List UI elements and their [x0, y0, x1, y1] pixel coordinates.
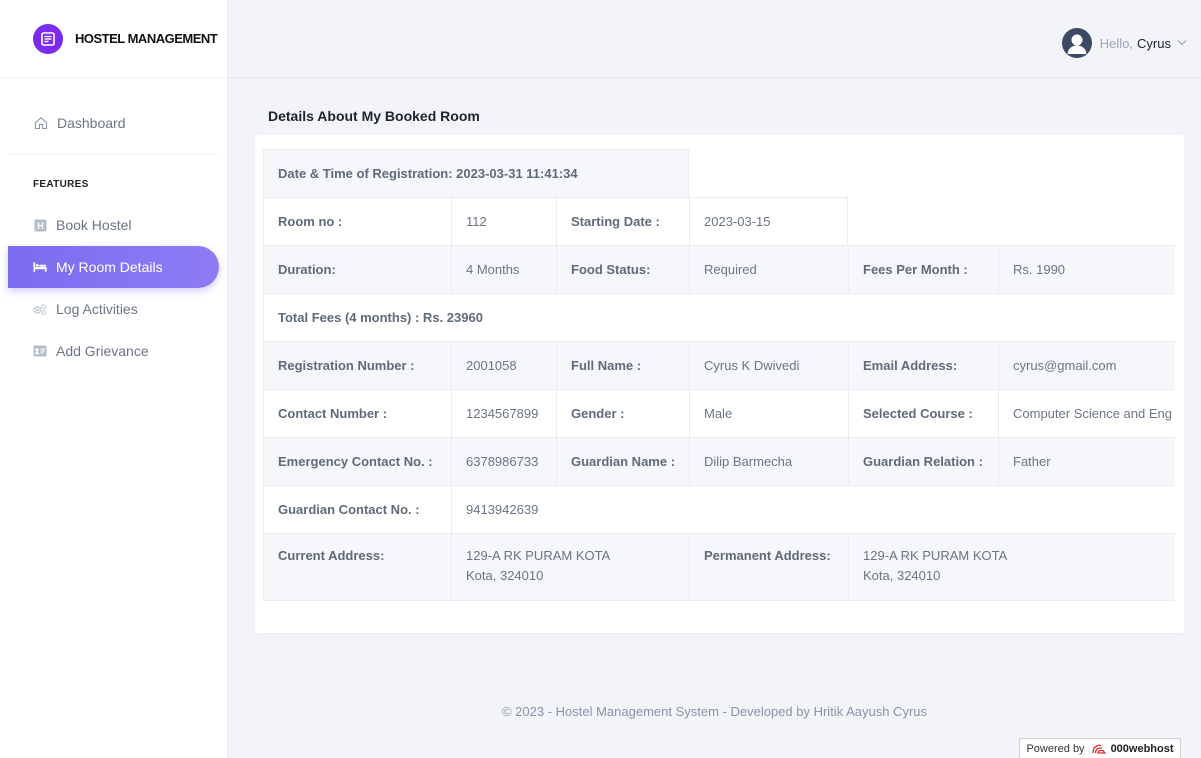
table-cell: Guardian Contact No. :: [263, 486, 451, 533]
table-cell: Computer Science and Eng: [998, 390, 1175, 437]
table-row: Date & Time of Registration: 2023-03-31 …: [263, 149, 689, 197]
grievance-icon: [33, 344, 47, 358]
user-menu[interactable]: Hello, Cyrus: [1061, 28, 1187, 58]
bed-icon: [33, 260, 47, 274]
table-row: Duration: 4 Months Food Status: Required…: [263, 245, 1175, 293]
powered-by-text: Powered by: [1026, 743, 1085, 755]
table-cell: Fees Per Month :: [848, 246, 998, 293]
table-row: Guardian Contact No. : 9413942639: [263, 485, 1175, 533]
table-cell: Gender :: [556, 390, 689, 437]
registration-datetime: Date & Time of Registration: 2023-03-31 …: [263, 150, 689, 197]
table-cell: Male: [689, 390, 848, 437]
table-cell: Duration:: [263, 246, 451, 293]
permanent-address: 129-A RK PURAM KOTA Kota, 324010: [848, 534, 1175, 600]
chevron-down-icon[interactable]: [1177, 38, 1187, 49]
gears-icon: [33, 302, 47, 316]
sidebar-item-log-activities[interactable]: Log Activities: [0, 288, 227, 330]
host-name: 000webhost: [1110, 743, 1174, 755]
sidebar-item-label: Log Activities: [56, 301, 138, 317]
total-fees: Total Fees (4 months) : Rs. 23960: [263, 294, 1175, 341]
table-cell: 9413942639: [451, 486, 1175, 533]
avatar[interactable]: [1061, 28, 1092, 58]
table-cell: Cyrus K Dwivedi: [689, 342, 848, 389]
sidebar-item-label: My Room Details: [56, 259, 163, 275]
table-cell: Emergency Contact No. :: [263, 438, 451, 485]
table-cell: Email Address:: [848, 342, 998, 389]
home-icon: [34, 116, 48, 130]
room-details-table: Date & Time of Registration: 2023-03-31 …: [263, 149, 1175, 601]
footer: © 2023 - Hostel Management System - Deve…: [501, 704, 928, 719]
table-cell: Full Name :: [556, 342, 689, 389]
hostel-icon: H: [33, 218, 47, 232]
table-row: Total Fees (4 months) : Rs. 23960: [263, 293, 1175, 341]
current-address: 129-A RK PURAM KOTA Kota, 324010: [451, 534, 689, 600]
table-cell: Starting Date :: [556, 198, 689, 245]
table-cell: Permanent Address:: [689, 534, 848, 600]
table-cell: Guardian Relation :: [848, 438, 998, 485]
table-cell: Room no :: [263, 198, 451, 245]
sidebar-item-label: Book Hostel: [56, 217, 132, 233]
brand-name: HOSTEL MANAGEMENT: [75, 31, 218, 46]
table-cell: Food Status:: [556, 246, 689, 293]
table-cell: Registration Number :: [263, 342, 451, 389]
table-cell: Father: [998, 438, 1175, 485]
table-cell: Current Address:: [263, 534, 451, 600]
webhost-logo-icon: [1091, 743, 1107, 755]
sidebar-item-label: Add Grievance: [56, 343, 149, 359]
table-cell: cyrus@gmail.com: [998, 342, 1175, 389]
user-name: Cyrus: [1137, 35, 1171, 51]
sidebar-item-book-hostel[interactable]: H Book Hostel: [0, 204, 227, 246]
table-cell: Dilip Barmecha: [689, 438, 848, 485]
table-cell: Contact Number :: [263, 390, 451, 437]
sidebar-section-title: FEATURES: [33, 179, 89, 190]
table-cell: 2001058: [451, 342, 556, 389]
greeting-text: Hello,: [1099, 35, 1134, 51]
table-row: Contact Number : 1234567899 Gender : Mal…: [263, 389, 1175, 437]
table-cell: Selected Course :: [848, 390, 998, 437]
table-cell: 112: [451, 198, 556, 245]
svg-text:H: H: [37, 221, 44, 231]
sidebar-item-label: Dashboard: [57, 115, 126, 131]
table-cell: Guardian Name :: [556, 438, 689, 485]
brand-logo-icon: [33, 23, 63, 54]
table-cell: Rs. 1990: [998, 246, 1175, 293]
table-row: Current Address: 129-A RK PURAM KOTA Kot…: [263, 533, 1175, 601]
table-row: Room no : 112 Starting Date : 2023-03-15: [263, 197, 848, 245]
table-cell: Required: [689, 246, 848, 293]
page-title: Details About My Booked Room: [268, 108, 480, 124]
sidebar-item-my-room-details[interactable]: My Room Details: [8, 246, 219, 288]
table-cell: 6378986733: [451, 438, 556, 485]
sidebar-item-add-grievance[interactable]: Add Grievance: [0, 330, 227, 372]
sidebar-item-dashboard[interactable]: Dashboard: [0, 98, 227, 148]
table-cell: 1234567899: [451, 390, 556, 437]
topbar: Hello, Cyrus: [228, 0, 1201, 78]
table-cell: 2023-03-15: [689, 198, 848, 245]
table-row: Registration Number : 2001058 Full Name …: [263, 341, 1175, 389]
brand[interactable]: HOSTEL MANAGEMENT: [0, 0, 227, 78]
table-row: Emergency Contact No. : 6378986733 Guard…: [263, 437, 1175, 485]
table-cell: 4 Months: [451, 246, 556, 293]
powered-by-badge[interactable]: Powered by 000webhost: [1019, 738, 1181, 758]
sidebar: HOSTEL MANAGEMENT Dashboard FEATURES H B…: [0, 0, 228, 758]
room-details-card: Date & Time of Registration: 2023-03-31 …: [255, 135, 1184, 633]
